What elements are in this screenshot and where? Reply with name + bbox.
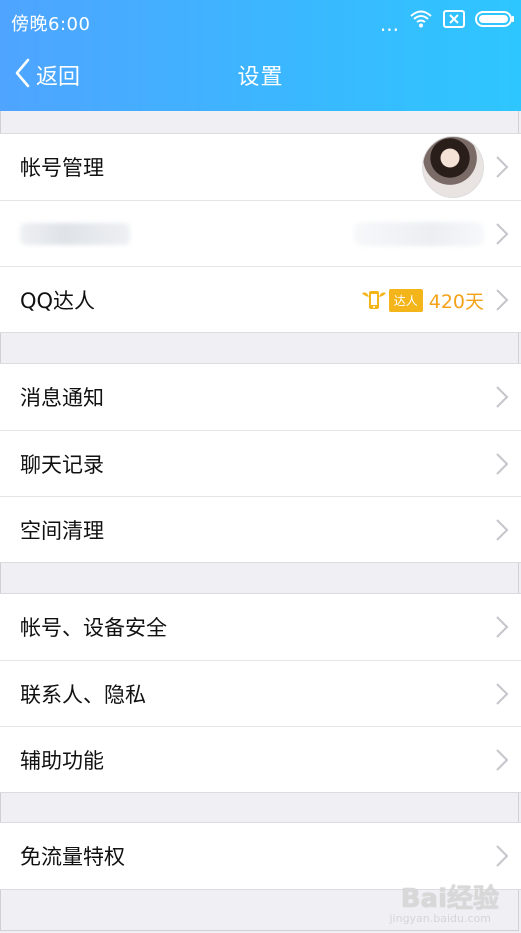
account-avatar-container: [422, 134, 484, 200]
account-security-label: 帐号、设备安全: [20, 616, 167, 640]
settings-section-account: 帐号管理 QQ达人 达人 420天: [0, 133, 521, 333]
chevron-right-icon: [493, 155, 511, 179]
storage-cleanup-label: 空间清理: [20, 518, 104, 543]
accessibility-label: 辅助功能: [20, 748, 104, 773]
winged-phone-icon: 达人: [361, 287, 423, 313]
chat-history-label: 聊天记录: [20, 452, 104, 477]
status-icons: ...: [379, 9, 515, 36]
watermark-brand: Bai经验: [400, 884, 499, 914]
contacts-privacy-label: 联系人、隐私: [20, 682, 146, 707]
chevron-right-icon: [493, 288, 511, 312]
blurred-label: [20, 222, 130, 245]
free-data-label: 免流量特权: [20, 845, 125, 869]
daren-badge: 达人 420天: [361, 287, 484, 314]
account-manage-item[interactable]: 帐号管理: [0, 134, 521, 200]
chevron-right-icon: [493, 385, 511, 409]
nav-bar: 返回 设置: [0, 42, 521, 111]
account-manage-label: 帐号管理: [20, 156, 104, 180]
chevron-right-icon: [493, 222, 511, 246]
chevron-right-icon: [493, 452, 511, 476]
chat-history-item[interactable]: 聊天记录: [0, 430, 521, 496]
blurred-item[interactable]: [0, 200, 521, 266]
avatar: [422, 136, 484, 198]
message-notify-item[interactable]: 消息通知: [0, 364, 521, 430]
chevron-right-icon: [493, 844, 511, 868]
daren-info: 达人 420天: [361, 267, 484, 333]
blurred-value: [354, 222, 484, 246]
settings-section-messages: 消息通知 聊天记录 空间清理: [0, 363, 521, 563]
chevron-right-icon: [493, 748, 511, 772]
page-title: 设置: [237, 65, 284, 90]
chevron-right-icon: [493, 518, 511, 542]
message-notify-label: 消息通知: [20, 386, 104, 410]
contacts-privacy-item[interactable]: 联系人、隐私: [0, 660, 521, 726]
account-security-item[interactable]: 帐号、设备安全: [0, 594, 521, 660]
chevron-right-icon: [493, 682, 511, 706]
daren-badge-text: 达人: [388, 288, 423, 312]
watermark-url: jingyan.baidu.com: [389, 912, 491, 925]
storage-cleanup-item[interactable]: 空间清理: [0, 496, 521, 562]
accessibility-item[interactable]: 辅助功能: [0, 726, 521, 792]
qq-daren-item[interactable]: QQ达人 达人 420天: [0, 266, 521, 332]
status-dots: ...: [379, 12, 399, 36]
wifi-icon: [409, 9, 433, 33]
status-time: 傍晚6:00: [11, 14, 91, 35]
sim-card-icon: [443, 10, 465, 32]
settings-section-security: 帐号、设备安全 联系人、隐私 辅助功能: [0, 593, 521, 793]
blurred-value-container: [354, 201, 484, 267]
chevron-right-icon: [493, 615, 511, 639]
top-bar: 傍晚6:00 ... 返回 设置: [0, 0, 521, 111]
status-bar: 傍晚6:00 ...: [0, 0, 521, 42]
battery-icon: [475, 10, 515, 32]
daren-days: 420天: [428, 290, 484, 313]
qq-daren-label: QQ达人: [20, 288, 96, 313]
